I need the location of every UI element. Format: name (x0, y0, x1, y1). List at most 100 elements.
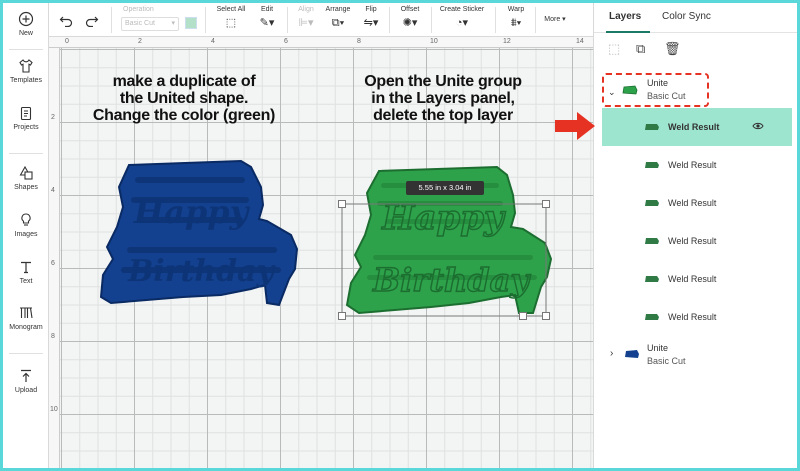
color-swatch[interactable] (185, 17, 197, 29)
group-operation: Basic Cut (647, 356, 686, 366)
group-name[interactable]: Unite (647, 343, 668, 353)
layer-row[interactable]: Weld Result (602, 146, 792, 184)
upload-button[interactable]: Upload (3, 368, 49, 394)
ruler-number: 6 (51, 260, 55, 267)
offset-button[interactable]: Offset ✺▾ (397, 5, 423, 31)
images-button[interactable]: Images (3, 212, 49, 238)
ruler-number: 8 (357, 38, 361, 45)
ruler-number: 0 (65, 38, 69, 45)
layer-row-selected[interactable]: Weld Result (602, 108, 792, 146)
instruction-line: delete the top layer (373, 107, 513, 124)
clipboard-icon (20, 106, 32, 121)
layer-thumbnail-navy (625, 350, 639, 358)
text-label: Text (19, 278, 33, 285)
ruler-number: 10 (430, 38, 438, 45)
instruction-right: Open the Unite group in the Layers panel… (338, 73, 548, 124)
layer-name: Weld Result (668, 198, 717, 208)
ruler-number: 10 (50, 406, 58, 413)
shirt-icon (19, 59, 33, 73)
redo-icon (85, 16, 99, 28)
layer-name: Weld Result (668, 274, 717, 284)
layer-thumbnail (645, 162, 659, 168)
flip-label: Flip (365, 6, 377, 13)
plus-circle-icon (18, 11, 34, 27)
images-label: Images (14, 231, 38, 238)
layer-name: Weld Result (668, 312, 717, 322)
left-ruler: 2 4 6 8 10 (49, 48, 60, 468)
more-label: More ▾ (544, 16, 566, 23)
layer-row[interactable]: Weld Result (602, 260, 792, 298)
select-all-label: Select All (216, 6, 246, 13)
design-word-happy: Happy (133, 193, 251, 231)
dimension-tooltip: 5.55 in x 3.04 in (406, 181, 484, 195)
sticker-icon: ◔▾ (455, 17, 469, 29)
text-t-icon (21, 261, 31, 274)
canvas-area[interactable]: 0 2 4 6 8 10 12 14 2 4 6 8 10 make a dup… (49, 37, 637, 468)
flip-button[interactable]: Flip ⇋▾ (361, 5, 381, 31)
layer-thumbnail (645, 238, 659, 244)
warp-icon: ⩩▾ (510, 17, 522, 29)
panel-tabs: Layers Color Sync (594, 3, 797, 33)
undo-icon (59, 16, 73, 28)
tab-layers[interactable]: Layers (609, 11, 641, 22)
tab-color-sync[interactable]: Color Sync (662, 11, 711, 22)
select-all-icon: ⬚ (225, 17, 237, 29)
arrange-label: Arrange (325, 6, 351, 13)
instruction-line: Open the Unite group (364, 73, 522, 90)
layer-actions: ⬚ ⧉ 🗑 (594, 33, 797, 65)
edit-label: Edit (260, 6, 274, 13)
operation-label: Operation (123, 6, 154, 13)
ruler-number: 2 (138, 38, 142, 45)
top-toolbar: Operation Basic Cut ▾ Select All ⬚ Edit ✎▾ … (49, 3, 593, 37)
monogram-icon (20, 307, 33, 319)
create-sticker-button[interactable]: Create Sticker ◔▾ (437, 5, 487, 31)
warp-label: Warp (507, 6, 525, 13)
lightbulb-icon (21, 213, 31, 226)
warp-button[interactable]: Warp ⩩▾ (503, 5, 529, 31)
trash-icon[interactable]: 🗑 (664, 41, 681, 57)
layer-thumbnail (645, 124, 659, 130)
operation-select[interactable]: Basic Cut ▾ (121, 17, 179, 31)
flip-icon: ⇋▾ (363, 17, 379, 29)
projects-button[interactable]: Projects (3, 105, 49, 131)
align-label: Align (298, 6, 314, 13)
instruction-line: make a duplicate of (112, 73, 256, 90)
annotation-arrow-icon (555, 112, 595, 140)
ruler-number: 4 (211, 38, 215, 45)
ruler-number: 12 (503, 38, 511, 45)
navy-birthday-design[interactable]: Happy Birthday (91, 157, 301, 307)
ruler-number: 2 (51, 114, 55, 121)
arrange-button[interactable]: Arrange ⧉▾ (323, 5, 353, 31)
instruction-left: make a duplicate of the United shape. Ch… (74, 73, 294, 124)
annotation-dashed-box (602, 73, 709, 107)
layer-name: Weld Result (668, 236, 717, 246)
align-button[interactable]: Align ⊫▾ (295, 5, 317, 31)
redo-button[interactable] (85, 5, 99, 29)
left-navigation-rail: New Templates Projects Shapes Images Tex… (3, 3, 49, 468)
text-button[interactable]: Text (3, 259, 49, 285)
more-button[interactable]: More ▾ (541, 15, 569, 25)
offset-label: Offset (400, 6, 420, 13)
layer-row[interactable]: Weld Result (602, 222, 792, 260)
group-icon[interactable]: ⬚ (608, 41, 620, 57)
templates-label: Templates (10, 77, 42, 84)
undo-button[interactable] (59, 5, 73, 29)
shapes-label: Shapes (14, 184, 38, 191)
templates-button[interactable]: Templates (3, 58, 49, 84)
selection-box[interactable] (337, 199, 557, 323)
duplicate-icon[interactable]: ⧉ (636, 41, 645, 57)
edit-button[interactable]: Edit ✎▾ (255, 5, 279, 31)
monogram-button[interactable]: Monogram (3, 305, 49, 331)
select-all-button[interactable]: Select All ⬚ (215, 5, 247, 31)
chevron-down-icon: ▾ (171, 20, 175, 27)
chevron-right-icon[interactable]: › (610, 348, 613, 359)
ruler-number: 4 (51, 187, 55, 194)
ruler-number: 6 (284, 38, 288, 45)
shapes-button[interactable]: Shapes (3, 165, 49, 191)
new-button[interactable]: New (3, 11, 49, 37)
eye-icon[interactable] (752, 121, 764, 131)
layer-row[interactable]: Weld Result (602, 184, 792, 222)
layers-panel: Layers Color Sync ⬚ ⧉ 🗑 ⌄ Unite Basic Cu… (593, 3, 797, 468)
layer-thumbnail (645, 314, 659, 320)
layer-row[interactable]: Weld Result (602, 298, 792, 336)
